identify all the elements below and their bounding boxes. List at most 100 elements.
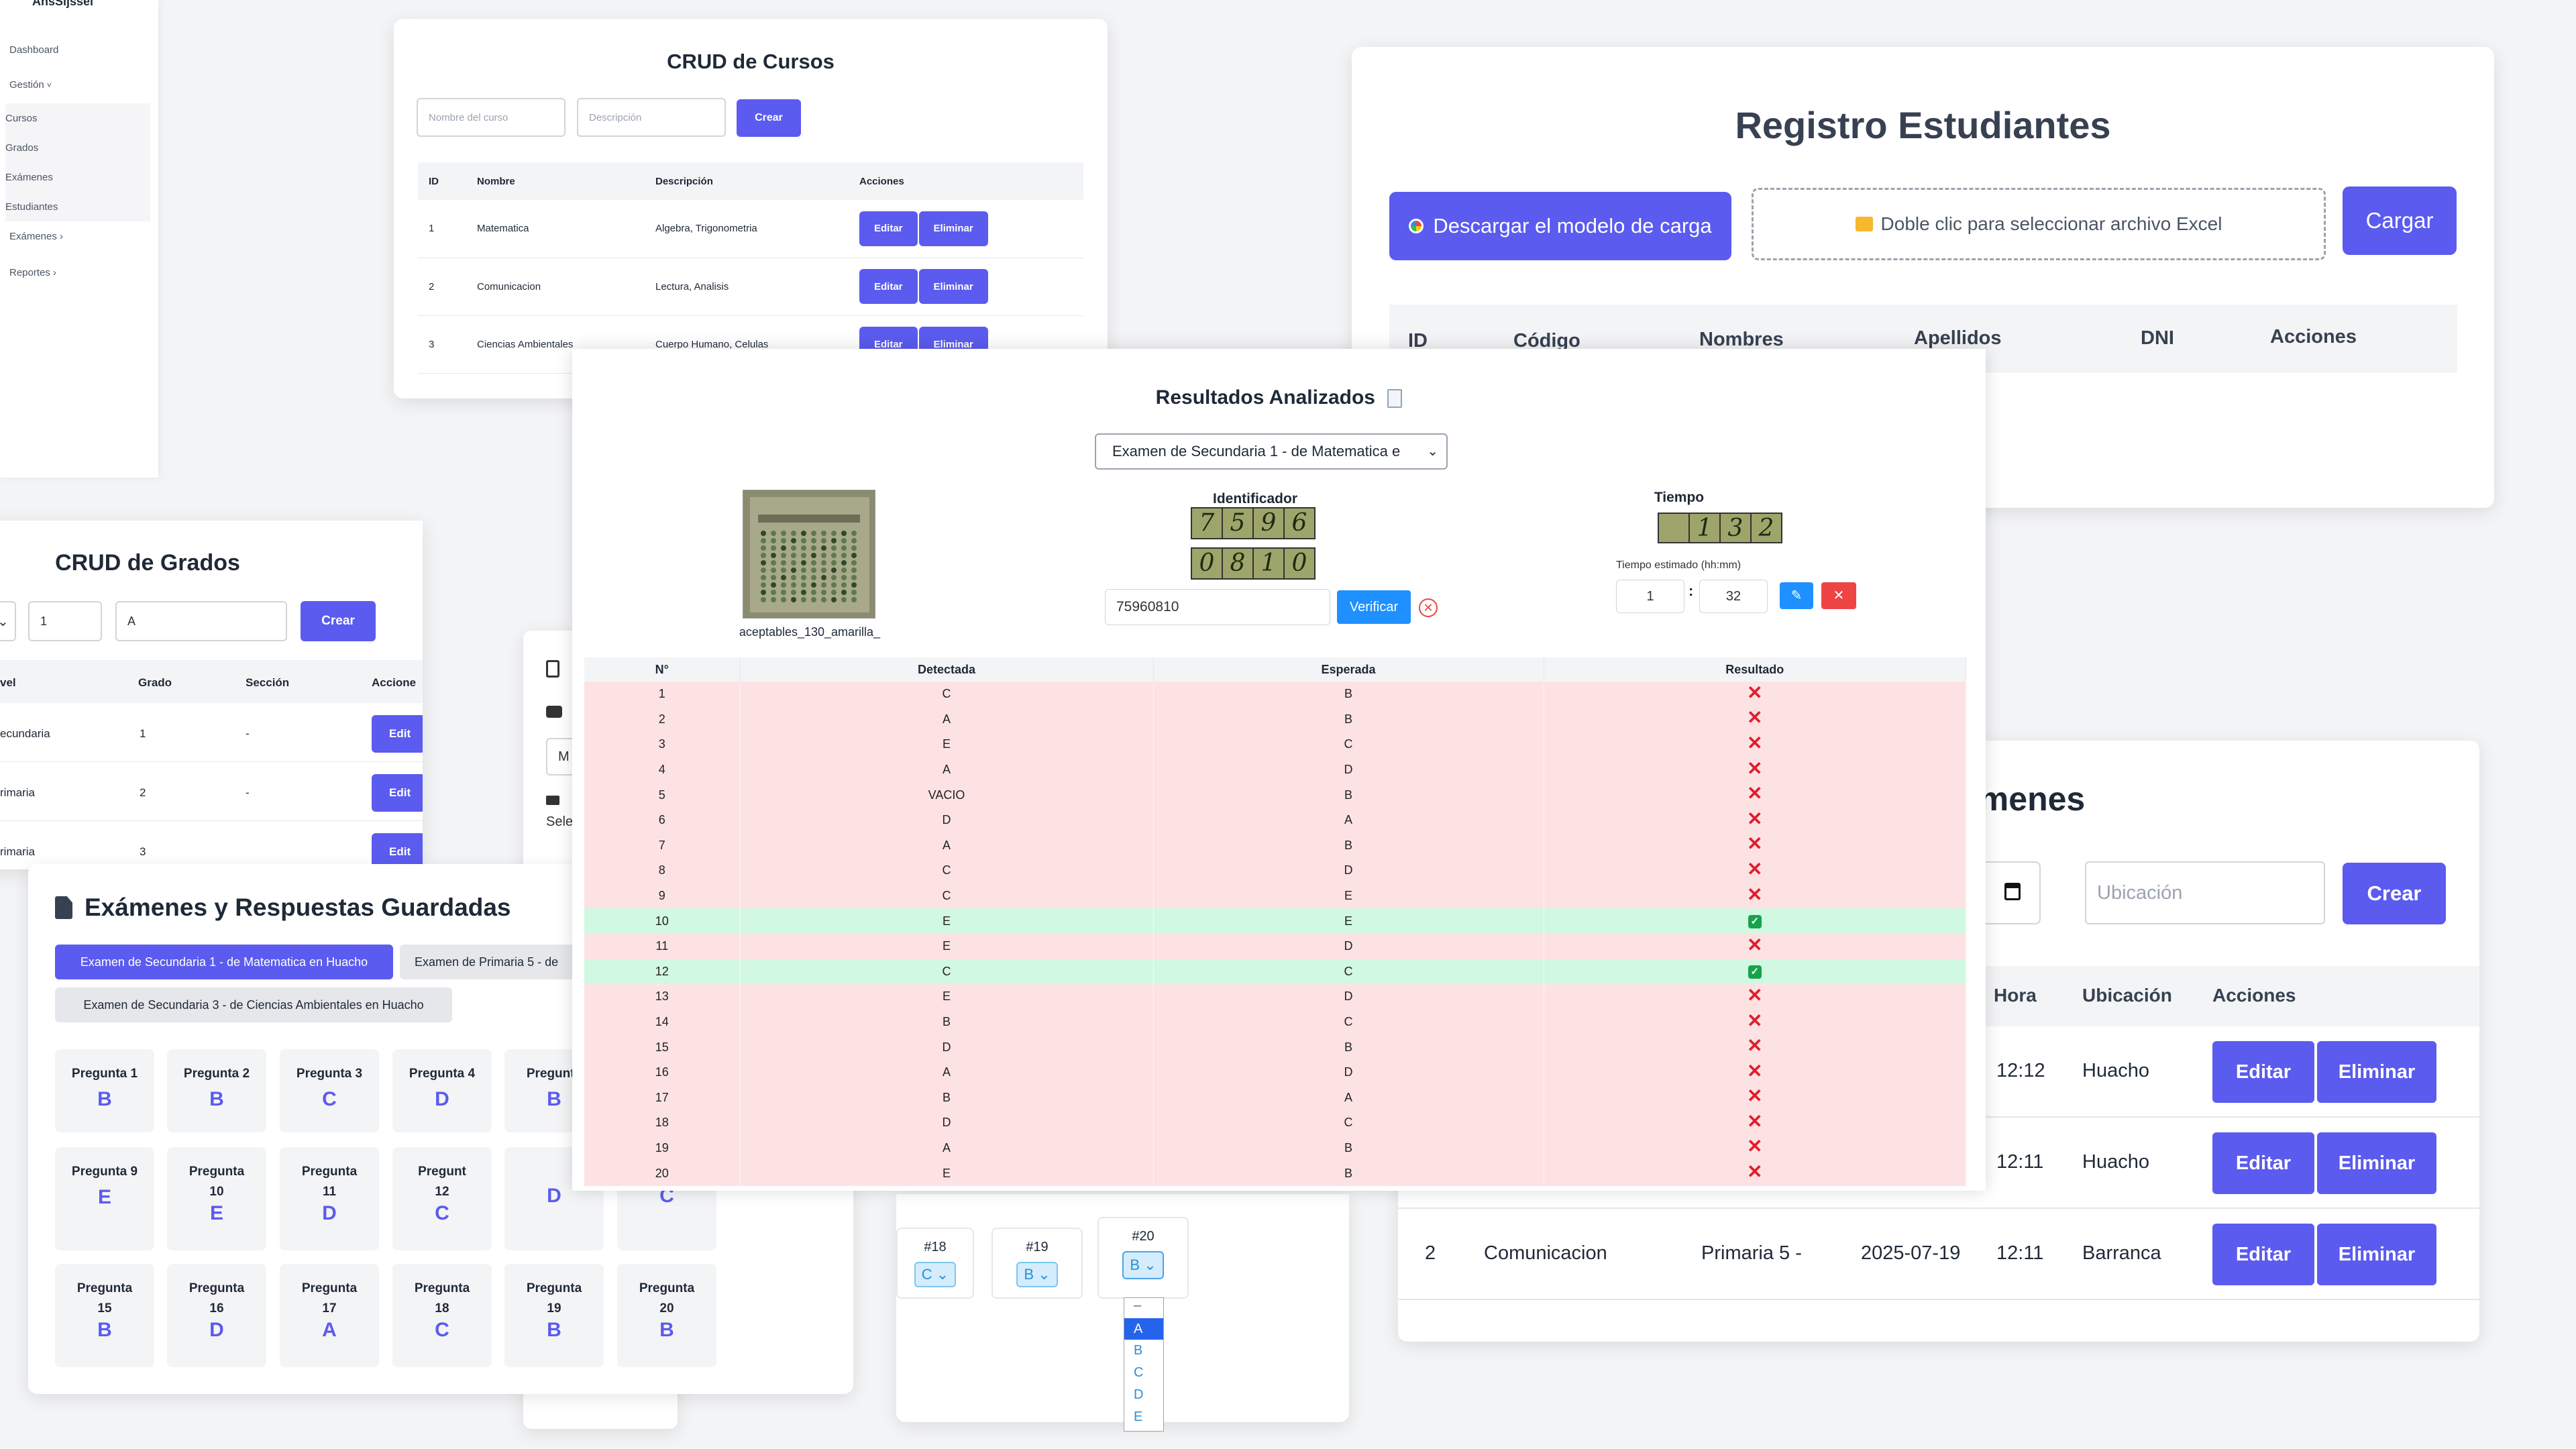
result-row: 19 A B ✕ (584, 1135, 1966, 1161)
dropdown-option[interactable]: – (1124, 1298, 1163, 1318)
sidebar-item-examenes-sub[interactable]: Exámenes (5, 162, 150, 192)
sidebar-item-reportes[interactable]: Reportes › (9, 267, 56, 278)
id-digit-box: 1 (1252, 547, 1285, 580)
answer-select[interactable]: B ⌄ (1016, 1262, 1058, 1287)
create-grade-button[interactable]: Crear (301, 601, 376, 641)
question-number: 15 (97, 1301, 112, 1316)
exam-select[interactable]: Examen de Secundaria 1 - de Matematica e… (1095, 433, 1448, 470)
cell-result: ✕ (1544, 858, 1966, 883)
sheet-bubble (851, 590, 857, 595)
cell-result: ✓ (1544, 959, 1966, 985)
cell-result: ✕ (1544, 1034, 1966, 1060)
sheet-bubble (771, 560, 776, 566)
course-name-input[interactable]: Nombre del curso (417, 98, 566, 137)
sidebar-item-gestion[interactable]: Gestión ˅ (9, 79, 52, 91)
sheet-bubble (851, 582, 857, 588)
answer-sheet-image (750, 497, 869, 612)
cell-course: Comunicacion (1484, 1242, 1607, 1264)
file-drop-zone[interactable]: Doble clic para seleccionar archivo Exce… (1752, 188, 2326, 260)
course-description-input[interactable]: Descripción (577, 98, 726, 137)
edit-button[interactable]: Editar (2212, 1041, 2314, 1103)
grade-input[interactable]: 1 (28, 601, 102, 641)
column-header: Resultado (1544, 657, 1966, 682)
cell-expected: A (1153, 1085, 1544, 1111)
sheet-bubble (791, 575, 796, 580)
cancel-time-icon[interactable]: ✕ (1821, 582, 1856, 609)
answer-select[interactable]: B ⌄ (1122, 1251, 1164, 1279)
cell-number: 17 (584, 1085, 741, 1111)
sheet-bubble (761, 582, 766, 588)
id-input[interactable]: 75960810 (1105, 589, 1330, 625)
sidebar-item-estudiantes[interactable]: Estudiantes (5, 192, 150, 221)
dropdown-option[interactable]: D (1124, 1384, 1163, 1406)
result-row: 15 D B ✕ (584, 1034, 1966, 1060)
result-row: 2 A B ✕ (584, 706, 1966, 733)
page-title: Registro Estudiantes (1735, 104, 2111, 146)
edit-button[interactable]: Editar (859, 211, 918, 246)
edit-button[interactable]: Edit (372, 774, 423, 812)
sidebar-item-grados[interactable]: Grados (5, 133, 150, 162)
edit-button[interactable]: Editar (2212, 1132, 2314, 1194)
chevron-down-icon: ⌄ (0, 614, 9, 629)
sheet-bubble (791, 545, 796, 551)
chevron-down-icon: ⌄ (1144, 1256, 1157, 1273)
cell-name: Comunicacion (466, 258, 645, 316)
exam-tab-2[interactable]: Examen de Primaria 5 - de (400, 945, 601, 979)
answer-select[interactable]: C ⌄ (914, 1262, 956, 1287)
dropdown-option[interactable]: A (1124, 1318, 1163, 1340)
edit-time-icon[interactable]: ✎ (1780, 582, 1813, 609)
exam-tab-3[interactable]: Examen de Secundaria 3 - de Ciencias Amb… (55, 987, 452, 1022)
result-row: 3 E C ✕ (584, 732, 1966, 757)
dropdown-option[interactable]: E (1124, 1406, 1163, 1428)
hours-input[interactable]: 1 (1616, 580, 1684, 613)
cell-id: 1 (418, 200, 466, 258)
sheet-bubble (781, 582, 786, 588)
calendar-icon (2004, 883, 2021, 900)
sheet-bubble (811, 590, 816, 595)
sheet-bubble (821, 553, 826, 558)
cell-number: 6 (584, 807, 741, 833)
sheet-bubble (851, 531, 857, 536)
dropdown-option[interactable]: B (1124, 1340, 1163, 1362)
answer-sheet-thumbnail[interactable] (743, 490, 875, 619)
delete-button[interactable]: Eliminar (2317, 1132, 2436, 1194)
create-course-button[interactable]: Crear (737, 99, 801, 137)
section-input[interactable]: A (115, 601, 287, 641)
delete-button[interactable]: Eliminar (2317, 1041, 2436, 1103)
upload-button[interactable]: Cargar (2343, 186, 2457, 255)
sheet-bubble (811, 582, 816, 588)
delete-button[interactable]: Eliminar (918, 269, 988, 304)
dropdown-option[interactable]: C (1124, 1362, 1163, 1384)
minutes-input[interactable]: 32 (1699, 580, 1768, 613)
delete-button[interactable]: Eliminar (918, 211, 988, 246)
cell-expected: B (1153, 782, 1544, 808)
sidebar-item-cursos[interactable]: Cursos (5, 103, 150, 133)
clear-icon[interactable]: ✕ (1419, 598, 1438, 617)
sidebar-item-examenes[interactable]: Exámenes › (9, 231, 63, 242)
edit-button[interactable]: Editar (859, 269, 918, 304)
result-row: 8 C D ✕ (584, 858, 1966, 883)
sheet-bubble (771, 545, 776, 551)
delete-button[interactable]: Eliminar (2317, 1224, 2436, 1285)
edit-button[interactable]: Editar (2212, 1224, 2314, 1285)
exam-tab-1[interactable]: Examen de Secundaria 1 - de Matematica e… (55, 945, 393, 979)
sheet-bubble (831, 553, 837, 558)
sheet-bubble (761, 531, 766, 536)
column-header: Sección (246, 676, 290, 689)
question-answer: E (209, 1202, 223, 1224)
cell-detected: A (740, 706, 1154, 733)
cell-detected: D (740, 807, 1154, 833)
level-select[interactable]: ⌄ (0, 601, 16, 641)
question-card: Pregunta 10 E (167, 1147, 266, 1250)
download-template-button[interactable]: Descargar el modelo de carga (1389, 192, 1731, 260)
result-row: 1 C B ✕ (584, 682, 1966, 707)
wrong-icon: ✕ (1747, 783, 1763, 804)
sidebar-item-dashboard[interactable]: Dashboard (9, 44, 58, 56)
sheet-bubble (791, 582, 796, 588)
result-row: 20 E B ✕ (584, 1161, 1966, 1186)
create-exam-button[interactable]: Crear (2343, 863, 2446, 924)
verify-button[interactable]: Verificar (1337, 590, 1411, 624)
sheet-bubble (841, 560, 847, 566)
location-input[interactable]: Ubicación (2085, 861, 2325, 924)
edit-button[interactable]: Edit (372, 715, 423, 753)
